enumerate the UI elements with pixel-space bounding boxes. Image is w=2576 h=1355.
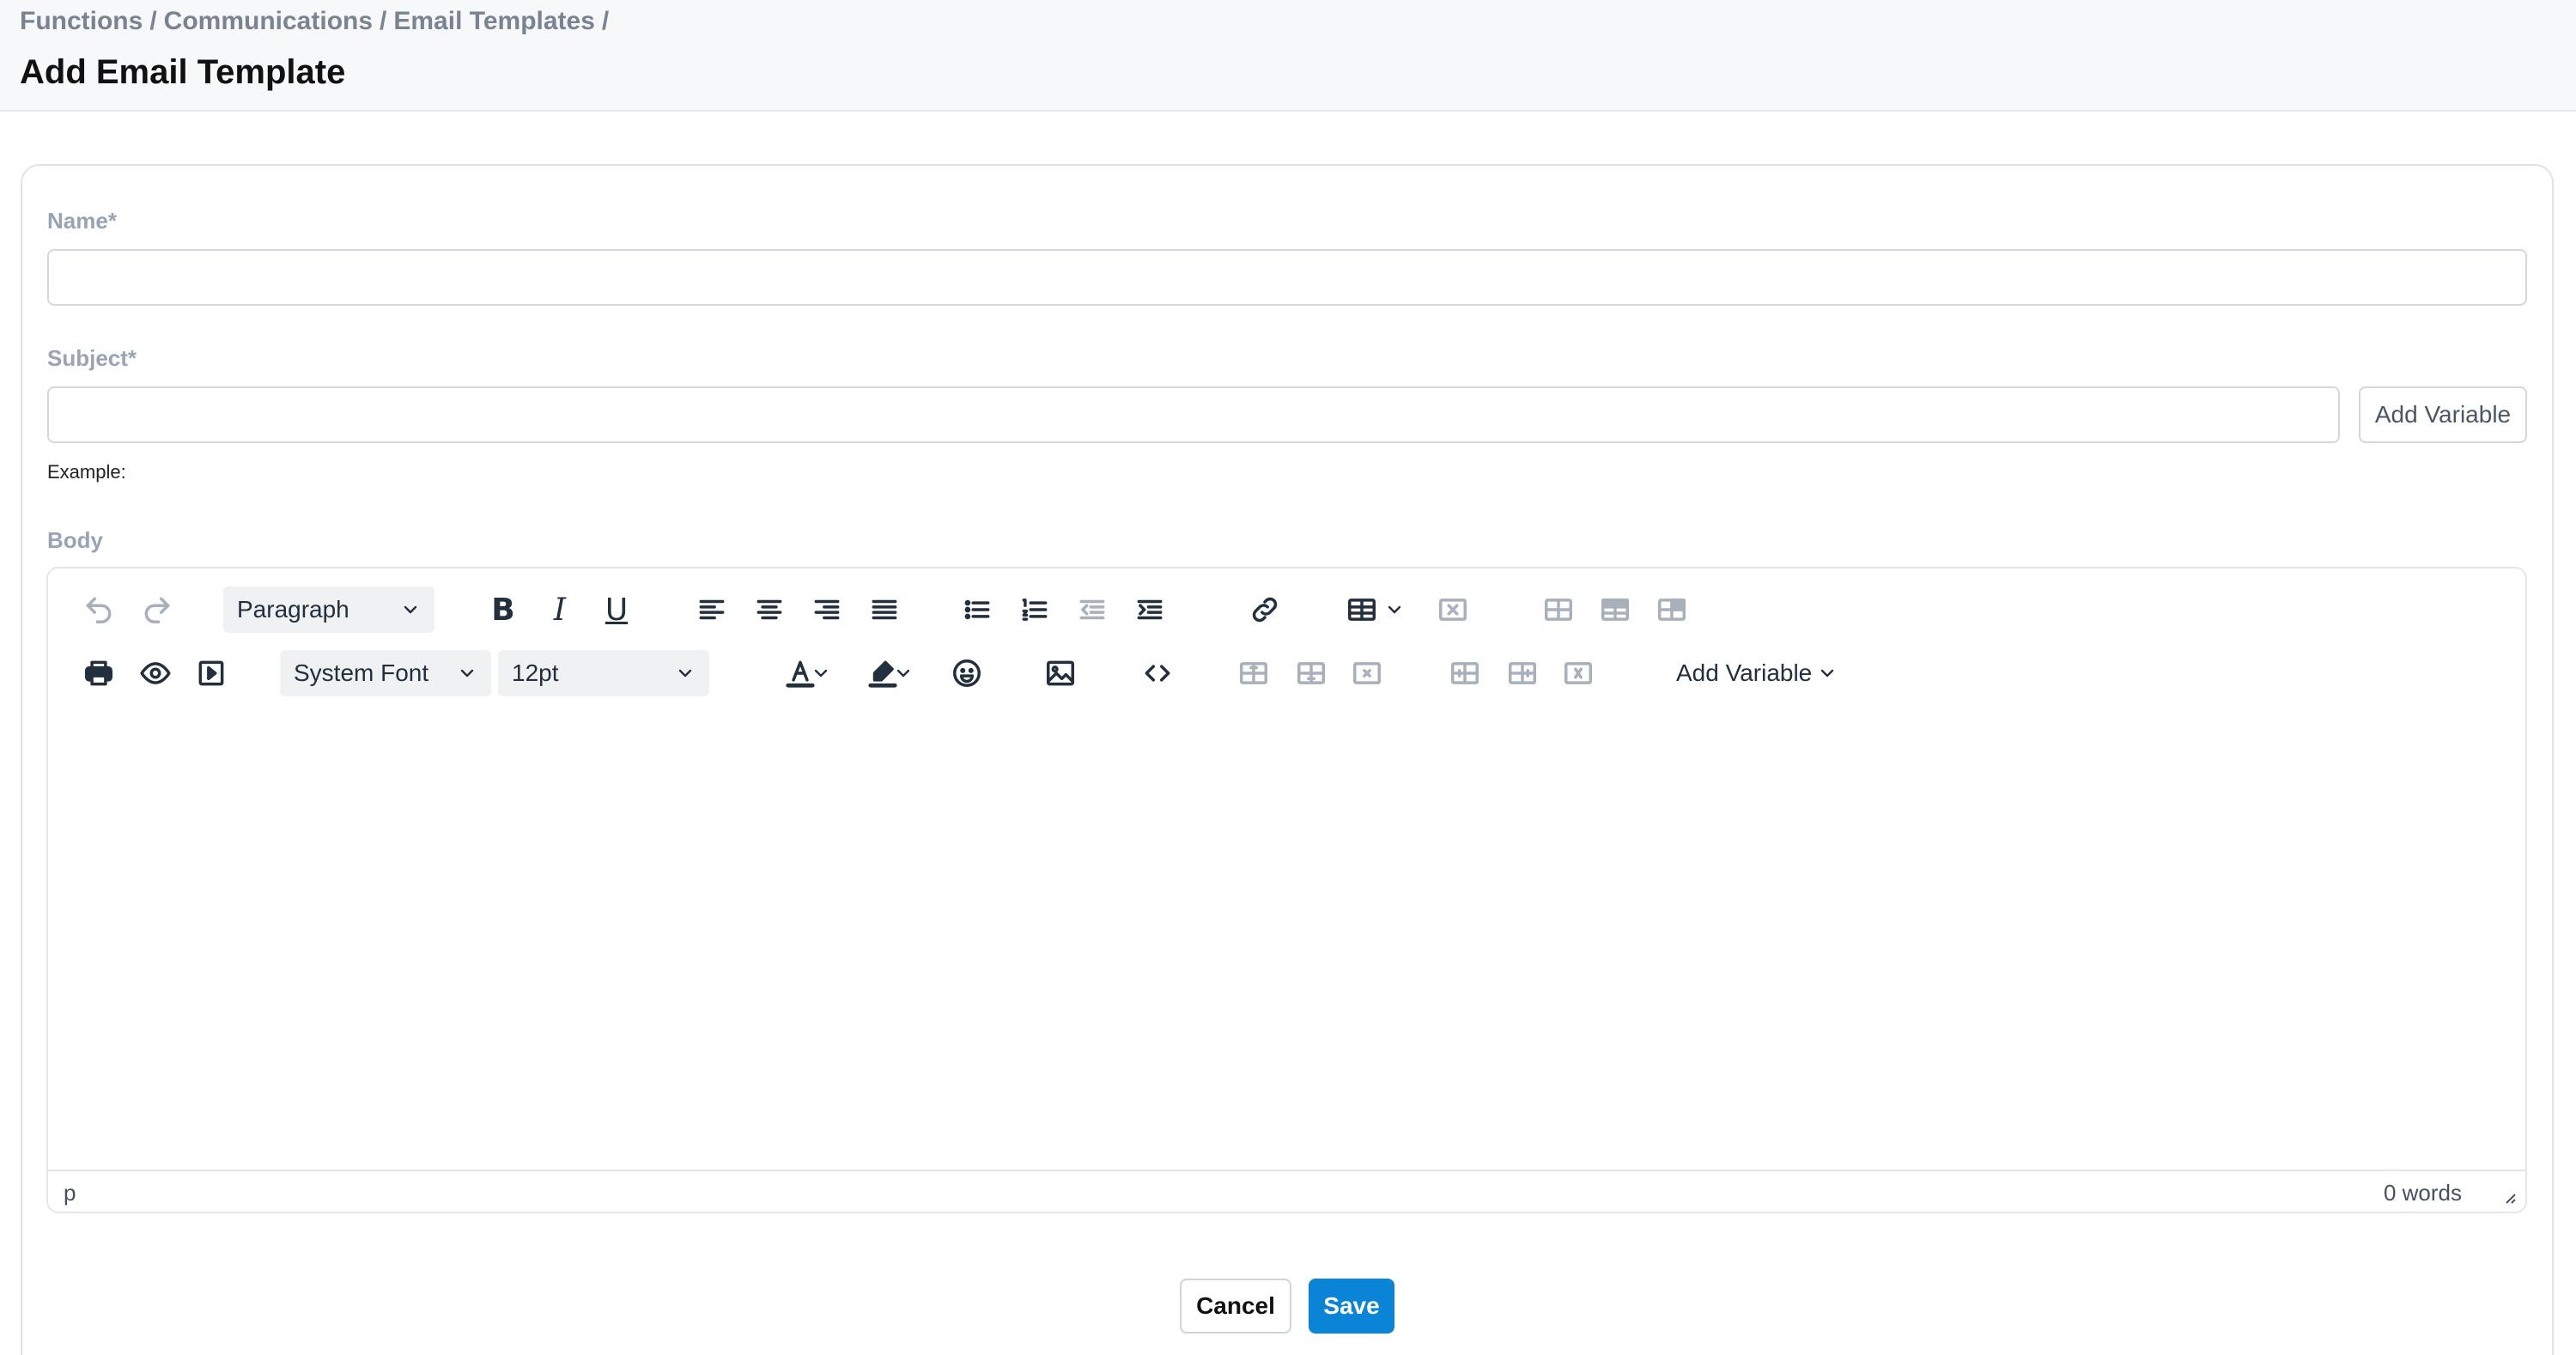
breadcrumb: Functions / Communications / Email Templates… (20, 7, 616, 36)
insert-column-before-icon[interactable] (1441, 649, 1489, 697)
example-label: Example: (47, 461, 126, 483)
undo-icon[interactable] (75, 586, 123, 634)
name-input[interactable] (47, 249, 2527, 306)
subject-input[interactable] (47, 386, 2340, 443)
numbered-list-icon[interactable] (1011, 586, 1059, 634)
resize-handle-icon[interactable] (2498, 1186, 2518, 1206)
element-path[interactable]: p (64, 1180, 76, 1206)
table-dropdown-icon[interactable] (1384, 599, 1405, 620)
block-format-value: Paragraph (237, 596, 349, 623)
link-icon[interactable] (1241, 586, 1289, 634)
word-count: 0 words (2383, 1180, 2462, 1206)
delete-column-icon[interactable] (1554, 649, 1602, 697)
underline-icon[interactable]: U (592, 586, 641, 634)
cancel-button[interactable]: Cancel (1180, 1279, 1291, 1334)
font-size-value: 12pt (512, 659, 559, 686)
breadcrumb-separator: / (149, 7, 157, 35)
add-variable-menu-label: Add Variable (1676, 659, 1813, 686)
text-color-dropdown-icon[interactable] (811, 663, 831, 684)
rich-text-editor: Paragraph B I U System Font 12pt Add Var… (46, 567, 2527, 1213)
preview-icon[interactable] (131, 649, 179, 697)
breadcrumb-communications[interactable]: Communications (164, 7, 373, 35)
font-family-dropdown[interactable]: System Font (280, 650, 491, 696)
italic-icon[interactable]: I (536, 586, 584, 634)
block-format-dropdown[interactable]: Paragraph (223, 586, 434, 633)
name-label: Name* (47, 208, 117, 234)
chevron-down-icon (404, 605, 417, 614)
align-right-icon[interactable] (803, 586, 851, 634)
table-cell-icon[interactable] (1648, 586, 1696, 634)
highlight-color-dropdown-icon[interactable] (893, 663, 914, 684)
insert-row-before-icon[interactable] (1230, 649, 1278, 697)
page-title: Add Email Template (20, 53, 346, 91)
body-label: Body (47, 527, 103, 553)
source-code-icon[interactable] (1133, 649, 1182, 697)
align-left-icon[interactable] (688, 586, 736, 634)
print-icon[interactable] (75, 649, 123, 697)
image-icon[interactable] (1036, 649, 1084, 697)
breadcrumb-separator: / (380, 7, 387, 35)
outdent-icon[interactable] (1068, 586, 1116, 634)
indent-icon[interactable] (1126, 586, 1174, 634)
chevron-down-icon (678, 669, 692, 678)
insert-row-after-icon[interactable] (1287, 649, 1335, 697)
subject-label: Subject* (47, 345, 137, 371)
page-header: Functions / Communications / Email Templates… (0, 0, 2576, 112)
emoji-icon[interactable] (943, 649, 991, 697)
editor-content[interactable] (48, 713, 2525, 1166)
chevron-down-icon (1820, 669, 1834, 678)
justify-icon[interactable] (860, 586, 908, 634)
table-row-icon[interactable] (1534, 586, 1583, 634)
delete-table-icon[interactable] (1429, 586, 1477, 634)
delete-row-icon[interactable] (1343, 649, 1391, 697)
font-size-dropdown[interactable]: 12pt (498, 650, 709, 696)
insert-column-after-icon[interactable] (1498, 649, 1546, 697)
breadcrumb-separator: / (601, 7, 610, 35)
media-icon[interactable] (187, 649, 235, 697)
table-icon[interactable] (1338, 586, 1386, 634)
align-center-icon[interactable] (745, 586, 793, 634)
breadcrumb-email-templates[interactable]: Email Templates (393, 7, 595, 35)
save-button[interactable]: Save (1309, 1279, 1394, 1334)
redo-icon[interactable] (133, 586, 181, 634)
editor-toolbar: Paragraph B I U System Font 12pt Add Var… (48, 568, 2525, 713)
bold-icon[interactable]: B (479, 586, 527, 634)
font-family-value: System Font (294, 659, 429, 686)
editor-statusbar: p 0 words (48, 1170, 2525, 1212)
breadcrumb-functions[interactable]: Functions (20, 7, 143, 35)
add-variable-button[interactable]: Add Variable (2359, 386, 2527, 443)
add-variable-menu[interactable]: Add Variable (1662, 650, 1851, 696)
table-header-icon[interactable] (1591, 586, 1639, 634)
bullet-list-icon[interactable] (953, 586, 1001, 634)
chevron-down-icon (460, 669, 474, 678)
